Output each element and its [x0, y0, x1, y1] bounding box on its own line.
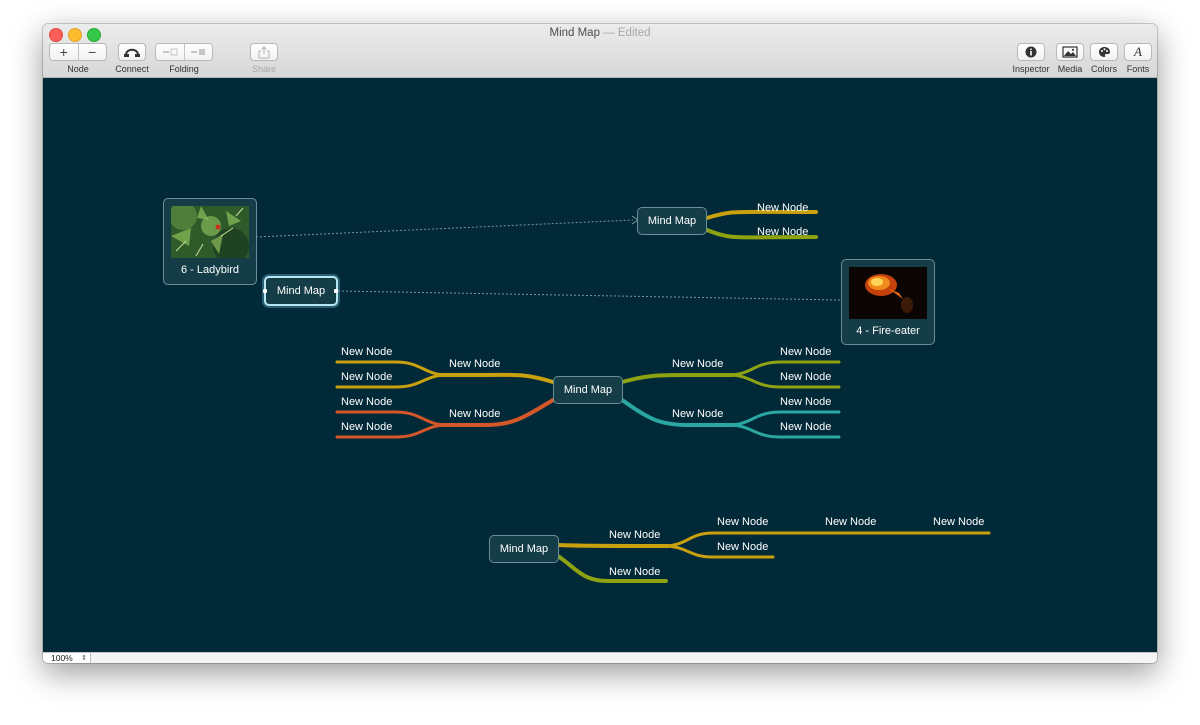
bottom-branch-1[interactable]: New Node — [609, 529, 660, 542]
fonts-button[interactable]: A — [1124, 43, 1152, 61]
inspector-toolbar-group: Inspector — [1012, 43, 1050, 74]
connect-toolbar-group: Connect — [115, 43, 149, 74]
ladybird-image-node[interactable]: 6 - Ladybird — [163, 198, 257, 285]
middle-right-branch-2-child-1[interactable]: New Node — [780, 396, 831, 409]
colors-label: Colors — [1090, 64, 1117, 74]
middle-right-branch-2[interactable]: New Node — [672, 408, 723, 421]
middle-left-branch-1-child-2[interactable]: New Node — [341, 371, 392, 384]
connect-icon — [124, 48, 140, 57]
mind-map-canvas[interactable]: 6 - Ladybird 4 - Fire-eater Mind Map Min… — [43, 78, 1157, 652]
document-name: Mind Map — [549, 27, 600, 39]
bottom-chain-node-1[interactable]: New Node — [825, 516, 876, 529]
inspector-button[interactable] — [1017, 43, 1045, 61]
middle-right-branch-1[interactable]: New Node — [672, 358, 723, 371]
remove-node-button[interactable]: − — [79, 44, 107, 60]
selected-node-label: Mind Map — [276, 285, 326, 297]
bottom-map-center-node[interactable]: Mind Map — [489, 535, 559, 563]
right-connect-handle[interactable] — [334, 289, 338, 293]
node-label: Node — [67, 64, 89, 74]
ladybird-caption: 6 - Ladybird — [180, 264, 240, 276]
folding-segmented-control — [155, 43, 213, 61]
ladybird-connector — [255, 219, 634, 238]
fold-icon — [162, 48, 178, 56]
bottom-branch-1 — [556, 543, 670, 548]
add-node-button[interactable]: + — [50, 44, 79, 60]
top-map-center-label: Mind Map — [647, 215, 697, 227]
fireeater-image — [849, 267, 927, 319]
edited-status: Edited — [617, 27, 651, 39]
info-icon — [1025, 46, 1037, 58]
mid-right-upper-branch — [620, 373, 735, 384]
bottom-map-center-label: Mind Map — [499, 543, 549, 555]
title-separator: — — [603, 27, 615, 39]
middle-left-branch-2-child-2[interactable]: New Node — [341, 421, 392, 434]
bottom-branch-2[interactable]: New Node — [609, 566, 660, 579]
zoom-value: 100% — [51, 653, 73, 663]
share-label: Share — [251, 64, 277, 74]
folding-toolbar-group: Folding — [155, 43, 213, 74]
middle-right-branch-1-child-2[interactable]: New Node — [780, 371, 831, 384]
unfold-button[interactable] — [185, 44, 213, 60]
middle-left-branch-2[interactable]: New Node — [449, 408, 500, 421]
middle-right-branch-2-child-2[interactable]: New Node — [780, 421, 831, 434]
top-map-child-2[interactable]: New Node — [757, 226, 808, 239]
branch-lines — [255, 209, 991, 583]
colors-toolbar-group: Colors — [1090, 43, 1118, 74]
middle-map-center-label: Mind Map — [563, 384, 613, 396]
media-icon — [1062, 46, 1078, 58]
bottom-branch-1-chain — [661, 531, 991, 548]
fonts-label: Fonts — [1126, 64, 1150, 74]
bottom-chain-node-2[interactable]: New Node — [933, 516, 984, 529]
middle-left-branch-1-child-1[interactable]: New Node — [341, 346, 392, 359]
zoom-select[interactable]: 100% ⇕ — [43, 653, 91, 663]
fireeater-caption: 4 - Fire-eater — [856, 325, 920, 337]
media-button[interactable] — [1056, 43, 1084, 61]
title-bar: Mind Map — Edited + − Node Connect Foldi… — [43, 24, 1157, 78]
share-button[interactable] — [250, 43, 278, 61]
middle-right-branch-1-child-1[interactable]: New Node — [780, 346, 831, 359]
bottom-branch-1-child-2[interactable]: New Node — [717, 541, 768, 554]
middle-left-branch-2-child-1[interactable]: New Node — [341, 396, 392, 409]
fireeater-connector — [337, 290, 841, 301]
chevron-updown-icon: ⇕ — [81, 655, 87, 662]
node-segmented-control: + − — [49, 43, 107, 61]
app-window: Mind Map — Edited + − Node Connect Foldi… — [43, 24, 1157, 663]
top-map-child-1[interactable]: New Node — [757, 202, 808, 215]
connect-label: Connect — [115, 64, 149, 74]
inspector-label: Inspector — [1012, 64, 1050, 74]
left-connect-handle[interactable] — [263, 289, 267, 293]
colors-button[interactable] — [1090, 43, 1118, 61]
share-toolbar-group: Share — [250, 43, 278, 74]
bottom-branch-1-child-1[interactable]: New Node — [717, 516, 768, 529]
middle-left-branch-1[interactable]: New Node — [449, 358, 500, 371]
share-icon — [258, 45, 270, 59]
fireeater-image-node[interactable]: 4 - Fire-eater — [841, 259, 935, 345]
connect-button[interactable] — [118, 43, 146, 61]
ladybird-image — [171, 206, 249, 258]
selected-mind-map-node[interactable]: Mind Map — [264, 276, 338, 306]
node-toolbar-group: + − Node — [49, 43, 107, 74]
window-title: Mind Map — Edited — [43, 27, 1157, 39]
media-toolbar-group: Media — [1056, 43, 1084, 74]
middle-map-center-node[interactable]: Mind Map — [553, 376, 623, 404]
media-label: Media — [1057, 64, 1083, 74]
fonts-toolbar-group: A Fonts — [1124, 43, 1152, 74]
palette-icon — [1098, 47, 1110, 57]
fold-button[interactable] — [156, 44, 185, 60]
top-map-center-node[interactable]: Mind Map — [637, 207, 707, 235]
folding-label: Folding — [169, 64, 199, 74]
mid-left-upper-branch — [436, 372, 555, 384]
unfold-icon — [191, 49, 206, 55]
status-bar: 100% ⇕ — [43, 652, 1157, 663]
